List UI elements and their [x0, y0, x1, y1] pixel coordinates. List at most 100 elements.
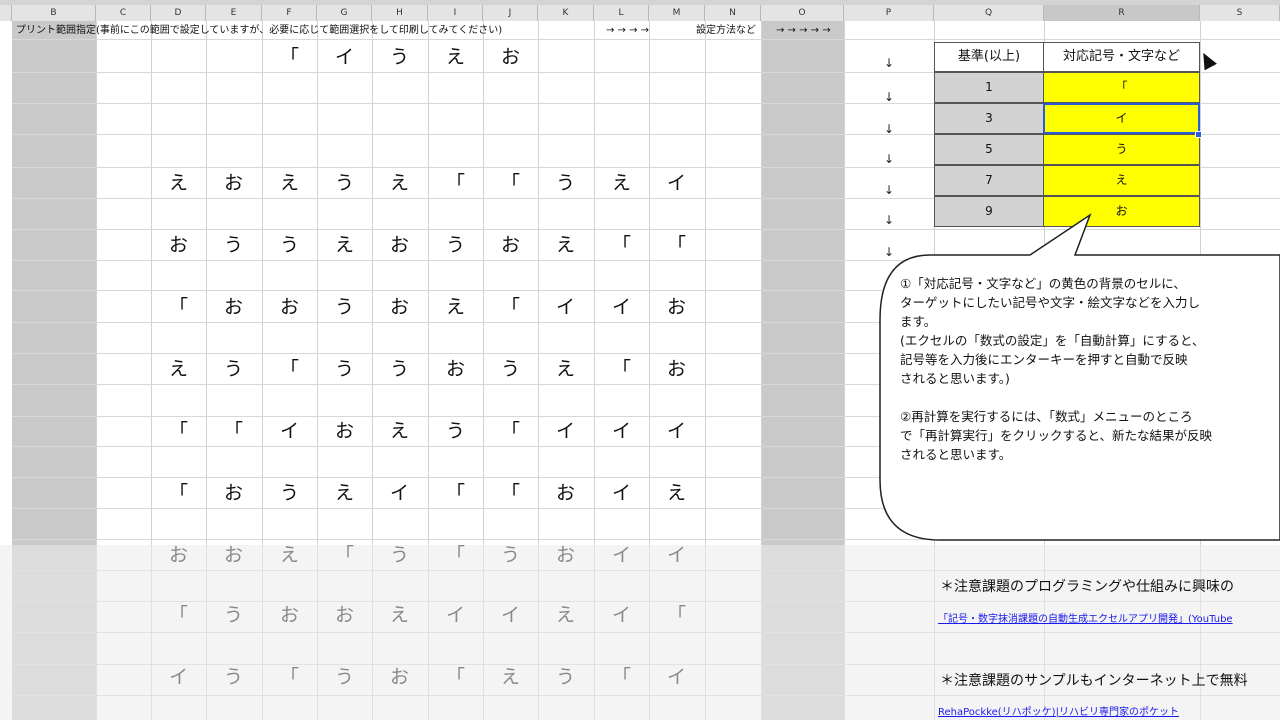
column-header-k[interactable]: K: [538, 5, 594, 21]
grid-cell[interactable]: イ: [538, 292, 593, 319]
grid-cell[interactable]: え: [594, 168, 649, 195]
grid-cell[interactable]: お: [262, 292, 317, 319]
grid-cell[interactable]: お: [317, 600, 372, 627]
grid-cell[interactable]: イ: [649, 540, 704, 567]
grid-cell[interactable]: 「: [428, 168, 483, 195]
grid-cell[interactable]: 「: [594, 662, 649, 689]
grid-cell[interactable]: お: [538, 540, 593, 567]
column-header-q[interactable]: Q: [934, 5, 1044, 21]
grid-cell[interactable]: え: [538, 230, 593, 257]
grid-cell[interactable]: 「: [262, 42, 317, 69]
grid-cell[interactable]: う: [428, 230, 483, 257]
grid-cell[interactable]: う: [483, 354, 538, 381]
symbol-cell[interactable]: う: [1043, 134, 1200, 165]
column-header-f[interactable]: F: [262, 5, 317, 21]
grid-cell[interactable]: お: [483, 42, 538, 69]
grid-cell[interactable]: 「: [483, 292, 538, 319]
grid-cell[interactable]: 「: [151, 600, 206, 627]
grid-cell[interactable]: 「: [428, 662, 483, 689]
column-header-e[interactable]: E: [206, 5, 262, 21]
grid-cell[interactable]: え: [372, 168, 427, 195]
grid-cell[interactable]: 「: [317, 540, 372, 567]
grid-cell[interactable]: 「: [594, 354, 649, 381]
column-header-c[interactable]: C: [96, 5, 151, 21]
column-header-j[interactable]: J: [483, 5, 538, 21]
grid-cell[interactable]: え: [262, 540, 317, 567]
column-header-n[interactable]: N: [705, 5, 761, 21]
grid-cell[interactable]: う: [317, 354, 372, 381]
grid-cell[interactable]: 「: [206, 416, 261, 443]
column-header-s[interactable]: S: [1200, 5, 1280, 21]
grid-cell[interactable]: え: [649, 478, 704, 505]
grid-cell[interactable]: お: [206, 478, 261, 505]
grid-cell[interactable]: え: [372, 416, 427, 443]
grid-cell[interactable]: お: [151, 540, 206, 567]
grid-cell[interactable]: イ: [151, 662, 206, 689]
rehapockke-link[interactable]: RehaPockke(リハポッケ)|リハビリ専門家のポケット: [938, 703, 1179, 718]
grid-cell[interactable]: う: [538, 168, 593, 195]
grid-cell[interactable]: お: [428, 354, 483, 381]
symbol-header[interactable]: 対応記号・文字など: [1043, 42, 1200, 72]
grid-cell[interactable]: え: [538, 354, 593, 381]
grid-cell[interactable]: え: [317, 230, 372, 257]
grid-cell[interactable]: イ: [649, 416, 704, 443]
grid-cell[interactable]: 「: [483, 416, 538, 443]
grid-cell[interactable]: う: [262, 478, 317, 505]
grid-cell[interactable]: イ: [428, 600, 483, 627]
grid-cell[interactable]: う: [206, 354, 261, 381]
grid-cell[interactable]: え: [483, 662, 538, 689]
symbol-cell[interactable]: え: [1043, 165, 1200, 196]
threshold-cell[interactable]: 5: [934, 134, 1044, 165]
grid-cell[interactable]: イ: [594, 600, 649, 627]
threshold-cell[interactable]: 7: [934, 165, 1044, 196]
grid-cell[interactable]: お: [262, 600, 317, 627]
grid-cell[interactable]: お: [649, 292, 704, 319]
grid-cell[interactable]: 「: [151, 292, 206, 319]
grid-cell[interactable]: う: [428, 416, 483, 443]
grid-cell[interactable]: 「: [262, 662, 317, 689]
grid-cell[interactable]: 「: [594, 230, 649, 257]
grid-cell[interactable]: イ: [594, 478, 649, 505]
threshold-cell[interactable]: 1: [934, 72, 1044, 103]
grid-cell[interactable]: う: [372, 354, 427, 381]
column-header-l[interactable]: L: [594, 5, 649, 21]
grid-cell[interactable]: え: [372, 600, 427, 627]
fill-handle[interactable]: [1195, 131, 1202, 138]
grid-cell[interactable]: 「: [151, 478, 206, 505]
grid-cell[interactable]: イ: [262, 416, 317, 443]
grid-cell[interactable]: え: [262, 168, 317, 195]
symbol-cell[interactable]: 「: [1043, 72, 1200, 103]
youtube-link[interactable]: 「記号・数字抹消課題の自動生成エクセルアプリ開発」(YouTube: [938, 610, 1233, 625]
grid-cell[interactable]: 「: [483, 168, 538, 195]
grid-cell[interactable]: お: [206, 540, 261, 567]
grid-cell[interactable]: う: [262, 230, 317, 257]
grid-cell[interactable]: 「: [649, 600, 704, 627]
grid-cell[interactable]: イ: [483, 600, 538, 627]
grid-cell[interactable]: え: [317, 478, 372, 505]
grid-cell[interactable]: お: [483, 230, 538, 257]
grid-cell[interactable]: え: [538, 600, 593, 627]
grid-cell[interactable]: う: [206, 230, 261, 257]
column-header-i[interactable]: I: [428, 5, 483, 21]
select-all-corner[interactable]: [0, 5, 12, 21]
grid-cell[interactable]: う: [483, 540, 538, 567]
grid-cell[interactable]: イ: [594, 540, 649, 567]
symbol-cell[interactable]: イ: [1043, 103, 1200, 134]
grid-cell[interactable]: イ: [649, 662, 704, 689]
grid-cell[interactable]: お: [538, 478, 593, 505]
grid-cell[interactable]: う: [538, 662, 593, 689]
grid-cell[interactable]: イ: [538, 416, 593, 443]
grid-cell[interactable]: 「: [483, 478, 538, 505]
grid-cell[interactable]: う: [206, 600, 261, 627]
column-header-g[interactable]: G: [317, 5, 372, 21]
grid-cell[interactable]: お: [206, 168, 261, 195]
grid-cell[interactable]: う: [206, 662, 261, 689]
grid-cell[interactable]: え: [428, 42, 483, 69]
grid-cell[interactable]: イ: [594, 292, 649, 319]
grid-cell[interactable]: お: [372, 230, 427, 257]
grid-cell[interactable]: お: [206, 292, 261, 319]
column-header-o[interactable]: O: [761, 5, 844, 21]
column-header-p[interactable]: P: [844, 5, 934, 21]
threshold-cell[interactable]: 3: [934, 103, 1044, 134]
grid-cell[interactable]: イ: [317, 42, 372, 69]
